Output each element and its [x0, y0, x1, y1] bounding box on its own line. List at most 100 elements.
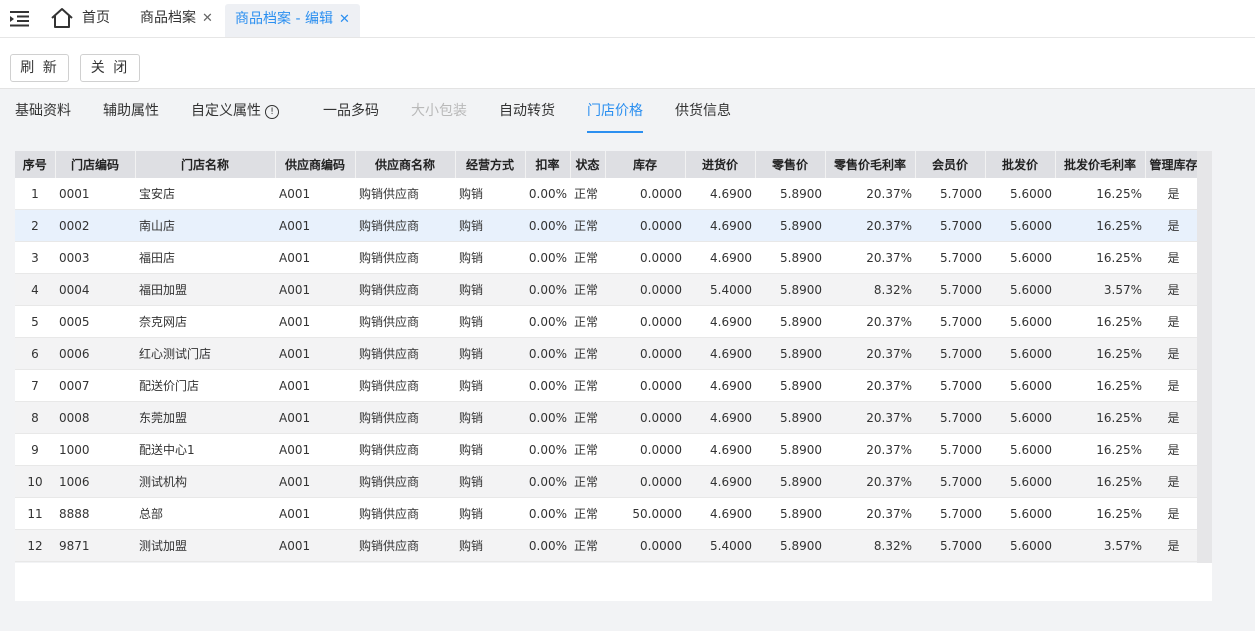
tab-home[interactable]: 首页 [50, 0, 110, 37]
column-header[interactable]: 扣率 [525, 151, 571, 178]
table-cell[interactable]: 3.57% [1055, 273, 1145, 306]
table-cell[interactable]: 总部 [135, 497, 275, 530]
table-row[interactable]: 5 0005 奈克网店 A001 购销供应商 购销 0.00% 正常 0.0000 4.6900 5… [15, 305, 1202, 338]
table-cell[interactable]: 5.7000 [915, 305, 985, 338]
table-cell[interactable]: 5.6000 [985, 241, 1055, 274]
table-cell[interactable]: 5.8900 [755, 401, 825, 434]
column-header[interactable]: 门店编码 [55, 151, 136, 178]
table-cell[interactable]: 5.7000 [915, 241, 985, 274]
table-cell[interactable]: 购销供应商 [355, 401, 455, 434]
table-cell[interactable]: 0.0000 [605, 401, 685, 434]
table-cell[interactable]: 购销 [455, 529, 525, 562]
table-cell[interactable]: 5.8900 [755, 497, 825, 530]
table-cell[interactable]: 购销供应商 [355, 433, 455, 466]
table-cell[interactable]: 正常 [570, 369, 605, 402]
table-cell[interactable]: A001 [275, 305, 355, 338]
table-cell[interactable]: 是 [1145, 369, 1202, 402]
table-cell[interactable]: 0002 [55, 209, 135, 242]
table-cell[interactable]: 0.00% [525, 178, 570, 210]
table-cell[interactable]: 是 [1145, 465, 1202, 498]
table-cell[interactable]: 20.37% [825, 209, 915, 242]
table-cell[interactable]: 正常 [570, 209, 605, 242]
column-header[interactable]: 供应商名称 [355, 151, 456, 178]
table-cell[interactable]: 是 [1145, 337, 1202, 370]
table-cell[interactable]: 8.32% [825, 529, 915, 562]
column-header[interactable]: 库存 [605, 151, 686, 178]
table-cell[interactable]: 20.37% [825, 241, 915, 274]
table-row[interactable]: 11 8888 总部 A001 购销供应商 购销 0.00% 正常 50.0000 4.6900 5… [15, 497, 1202, 530]
table-row[interactable]: 1 0001 宝安店 A001 购销供应商 购销 0.00% 正常 0.0000 4.6900 5.… [15, 178, 1202, 210]
table-cell[interactable]: 4.6900 [685, 401, 755, 434]
table-cell[interactable]: 是 [1145, 433, 1202, 466]
table-cell[interactable]: 5.6000 [985, 497, 1055, 530]
table-cell[interactable]: 4.6900 [685, 433, 755, 466]
table-cell[interactable]: 宝安店 [135, 178, 275, 210]
table-cell[interactable]: 5.6000 [985, 305, 1055, 338]
table-cell[interactable]: 正常 [570, 305, 605, 338]
table-cell[interactable]: A001 [275, 241, 355, 274]
table-cell[interactable]: 正常 [570, 497, 605, 530]
column-header[interactable]: 零售价 [755, 151, 826, 178]
table-cell[interactable]: 5.8900 [755, 178, 825, 210]
table-cell[interactable]: 4.6900 [685, 178, 755, 210]
table-cell[interactable]: 4.6900 [685, 497, 755, 530]
table-cell[interactable]: 5.8900 [755, 337, 825, 370]
table-cell[interactable]: 南山店 [135, 209, 275, 242]
table-cell[interactable]: 0.0000 [605, 273, 685, 306]
table-cell[interactable]: 4.6900 [685, 209, 755, 242]
column-header[interactable]: 供应商编码 [275, 151, 356, 178]
tab-auto-transfer[interactable]: 自动转货 [499, 100, 555, 122]
table-cell[interactable]: 5 [15, 305, 55, 338]
table-row[interactable]: 7 0007 配送价门店 A001 购销供应商 购销 0.00% 正常 0.0000 4.6900… [15, 369, 1202, 402]
table-cell[interactable]: 5.8900 [755, 305, 825, 338]
table-cell[interactable]: A001 [275, 178, 355, 210]
table-cell[interactable]: 5.6000 [985, 337, 1055, 370]
table-cell[interactable]: 0005 [55, 305, 135, 338]
table-cell[interactable]: 0.00% [525, 305, 570, 338]
table-cell[interactable]: 20.37% [825, 497, 915, 530]
tab-custom-attributes[interactable]: 自定义属性! [191, 100, 279, 122]
table-cell[interactable]: 购销供应商 [355, 337, 455, 370]
table-cell[interactable]: 6 [15, 337, 55, 370]
refresh-button[interactable]: 刷 新 [10, 54, 69, 82]
tab-multi-barcode[interactable]: 一品多码 [323, 100, 379, 122]
table-cell[interactable]: 是 [1145, 178, 1202, 210]
table-cell[interactable]: 2 [15, 209, 55, 242]
table-cell[interactable]: 20.37% [825, 369, 915, 402]
table-cell[interactable]: 5.6000 [985, 369, 1055, 402]
table-cell[interactable]: 购销供应商 [355, 369, 455, 402]
table-cell[interactable]: A001 [275, 369, 355, 402]
table-cell[interactable]: 5.6000 [985, 433, 1055, 466]
table-cell[interactable]: 正常 [570, 337, 605, 370]
table-cell[interactable]: 0008 [55, 401, 135, 434]
table-cell[interactable]: 购销 [455, 465, 525, 498]
table-cell[interactable]: A001 [275, 337, 355, 370]
table-cell[interactable]: 正常 [570, 273, 605, 306]
table-cell[interactable]: 购销 [455, 305, 525, 338]
table-cell[interactable]: 购销 [455, 273, 525, 306]
tab-aux-attributes[interactable]: 辅助属性 [103, 100, 159, 122]
table-cell[interactable]: 20.37% [825, 401, 915, 434]
column-header[interactable]: 管理库存 [1145, 151, 1203, 178]
table-cell[interactable]: 9871 [55, 529, 135, 562]
table-cell[interactable]: 0.00% [525, 401, 570, 434]
column-header[interactable]: 零售价毛利率 [825, 151, 916, 178]
table-cell[interactable]: 购销 [455, 497, 525, 530]
table-cell[interactable]: 5.8900 [755, 241, 825, 274]
table-cell[interactable]: 0.00% [525, 273, 570, 306]
table-cell[interactable]: 0.00% [525, 433, 570, 466]
table-cell[interactable]: A001 [275, 529, 355, 562]
column-header[interactable]: 进货价 [685, 151, 756, 178]
table-cell[interactable]: 正常 [570, 178, 605, 210]
table-cell[interactable]: 正常 [570, 529, 605, 562]
table-cell[interactable]: 5.6000 [985, 209, 1055, 242]
table-cell[interactable]: 奈克网店 [135, 305, 275, 338]
table-cell[interactable]: 购销供应商 [355, 497, 455, 530]
vertical-scrollbar[interactable] [1197, 151, 1212, 563]
table-cell[interactable]: 0.0000 [605, 305, 685, 338]
table-cell[interactable]: 0003 [55, 241, 135, 274]
table-cell[interactable]: 0.0000 [605, 337, 685, 370]
table-cell[interactable]: 1006 [55, 465, 135, 498]
table-cell[interactable]: A001 [275, 433, 355, 466]
table-cell[interactable]: 50.0000 [605, 497, 685, 530]
